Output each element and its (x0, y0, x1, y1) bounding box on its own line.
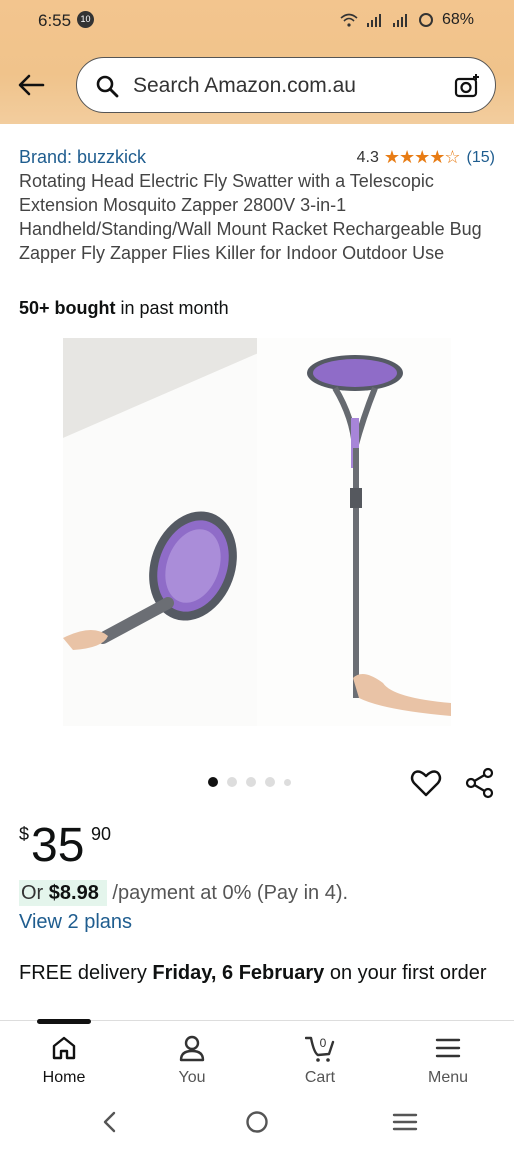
status-bar: 6:55 10 68% (0, 0, 514, 40)
payment-plan: Or $8.98 /payment at 0% (Pay in 4). (19, 880, 349, 906)
nav-menu[interactable]: Menu (398, 1033, 498, 1087)
search-input[interactable]: Search Amazon.com.au (76, 57, 496, 113)
signal-icon-2 (392, 14, 407, 27)
payment-amount: $8.98 (48, 882, 99, 904)
wifi-icon (340, 13, 358, 27)
user-icon (179, 1035, 205, 1062)
cart-count: 0 (320, 1036, 327, 1050)
top-bar: 6:55 10 68% Search Amazon.com.au (0, 0, 514, 124)
notification-badge: 10 (77, 11, 94, 28)
cart-icon: 0 (305, 1036, 335, 1062)
delivery-date: Friday, 6 February (152, 962, 325, 984)
search-icon (96, 75, 119, 98)
carousel-dot[interactable] (265, 777, 275, 787)
review-count[interactable]: (15) (467, 149, 495, 167)
carousel-dots[interactable] (208, 777, 291, 787)
bought-period: in past month (115, 298, 229, 318)
price-symbol: $ (19, 824, 30, 844)
signal-icon (366, 14, 381, 27)
bottom-nav: Home You 0 Cart Menu (0, 1019, 514, 1101)
nav-you-label: You (178, 1069, 206, 1086)
battery-icon (418, 13, 433, 27)
nav-menu-label: Menu (427, 1069, 469, 1086)
rating-value: 4.3 (356, 148, 379, 166)
status-time: 6:55 (38, 11, 72, 30)
delivery-prefix: FREE delivery (19, 962, 153, 984)
menu-icon (435, 1038, 461, 1058)
brand-link[interactable]: Brand: buzzkick (19, 147, 146, 168)
share-icon[interactable] (464, 767, 496, 799)
carousel-dot[interactable] (227, 777, 237, 787)
system-recents-icon[interactable] (392, 1110, 418, 1134)
nav-cart-label: Cart (304, 1069, 336, 1086)
nav-cart[interactable]: 0 Cart (270, 1033, 370, 1087)
active-tab-indicator (37, 1019, 91, 1024)
star-rating-icon: ★★★★☆ (383, 147, 461, 167)
payment-prefix: Or (21, 882, 49, 904)
battery-level: 68% (441, 11, 474, 28)
product-title: Rotating Head Electric Fly Swatter with … (19, 171, 482, 263)
system-home-icon[interactable] (245, 1110, 269, 1134)
system-nav-bar (0, 1100, 514, 1151)
view-plans-link[interactable]: View 2 plans (19, 911, 132, 934)
rating-summary[interactable]: 4.3 ★★★★☆ (15) (357, 147, 495, 168)
delivery-suffix: on your first order (324, 962, 487, 984)
brand-row: Brand: buzzkick 4.3 ★★★★☆ (15) (19, 145, 495, 169)
bought-info: 50+ bought in past month (19, 298, 229, 319)
system-back-icon[interactable] (98, 1110, 122, 1134)
bought-count: 50+ bought (19, 298, 116, 318)
price-whole: 35 (31, 819, 85, 872)
nav-you[interactable]: You (142, 1033, 242, 1087)
back-arrow-icon[interactable] (16, 70, 46, 100)
camera-search-icon[interactable] (453, 72, 481, 100)
nav-home-label: Home (42, 1069, 86, 1086)
price-fraction: 90 (91, 824, 112, 844)
search-placeholder: Search Amazon.com.au (133, 74, 356, 97)
payment-terms: /payment at 0% (Pay in 4). (106, 882, 349, 904)
carousel-dot[interactable] (246, 777, 256, 787)
status-icons: 68% (340, 11, 474, 29)
product-image[interactable] (63, 338, 451, 726)
delivery-info: FREE delivery Friday, 6 February on your… (19, 960, 489, 987)
payment-highlight: Or $8.98 (19, 880, 107, 906)
home-icon (52, 1036, 76, 1060)
product-photo-illustration (63, 338, 451, 726)
carousel-dot[interactable] (284, 778, 291, 786)
nav-home[interactable]: Home (14, 1033, 114, 1087)
heart-icon[interactable] (410, 767, 442, 799)
carousel-dot[interactable] (208, 777, 218, 787)
